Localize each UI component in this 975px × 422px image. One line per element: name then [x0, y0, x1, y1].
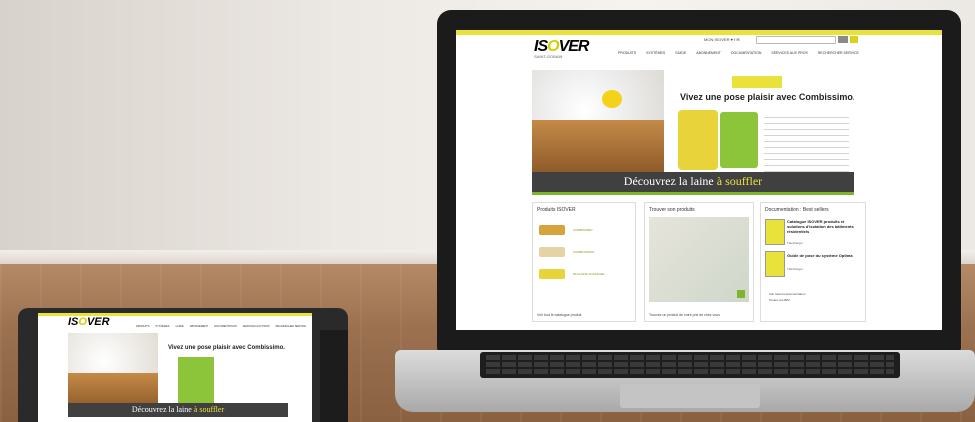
key-row	[486, 362, 894, 367]
key-row	[486, 355, 894, 360]
hero-carousel[interactable]: Vivez une pose plaisir avec Combissimo. …	[532, 70, 854, 195]
nav-item[interactable]: RECHERCHER SERVICE	[276, 325, 306, 328]
rubber-duck-image	[602, 90, 622, 108]
search-input[interactable]	[756, 36, 836, 44]
main-nav: PRODUITS SYSTÈMES GUIDE ABONNEMENT DOCUM…	[618, 51, 859, 55]
blowing-machine-image	[678, 110, 718, 170]
nav-item[interactable]: DOCUMENTATION	[731, 51, 761, 55]
carousel-progress	[532, 192, 854, 195]
products-panel: Produits ISOVER COMBISSIMO COMBLISSIMO B…	[532, 202, 636, 322]
map-zoom-button[interactable]	[737, 290, 745, 298]
combissimo-badge	[732, 76, 782, 88]
nav-item[interactable]: ABONNEMENT	[696, 51, 721, 55]
product-bag-image	[178, 357, 214, 403]
laptop-keyboard	[480, 352, 900, 378]
products-heading: Produits ISOVER	[537, 207, 576, 213]
nav-item[interactable]: SYSTÈMES	[155, 325, 169, 328]
wood-beam-image	[532, 120, 664, 172]
hero-banner-text[interactable]: Découvrez la laine à souffler	[532, 174, 854, 189]
guide-thumb[interactable]	[765, 251, 785, 277]
hero-benefits-list	[764, 112, 849, 172]
find-link[interactable]: Trouvez un produit de votre prix de chez…	[649, 313, 720, 317]
tablet-hero-title: Vivez une pose plaisir avec Combissimo.	[168, 345, 285, 351]
logo-tagline: SAINT-GOBAIN	[534, 54, 563, 59]
nav-item[interactable]: SERVICES AUX PROS	[771, 51, 808, 55]
key-row	[486, 369, 894, 374]
nav-item[interactable]: PRODUITS	[136, 325, 149, 328]
product-thumb[interactable]	[539, 247, 565, 257]
laptop-screen: ISOVER SAINT-GOBAIN MON ISOVER ♥ f ✉ PRO…	[456, 30, 942, 330]
search-button[interactable]	[838, 36, 848, 43]
product-link[interactable]: COMBISSIMO	[573, 228, 593, 232]
nav-item[interactable]: GUIDE	[675, 51, 686, 55]
product-bag-image	[720, 112, 758, 168]
product-thumb[interactable]	[539, 225, 565, 235]
tablet-stand	[320, 330, 348, 422]
nav-item[interactable]: SERVICES AUX PROS	[243, 325, 270, 328]
tablet-nav: PRODUITS SYSTÈMES GUIDE ABONNEMENT DOCUM…	[136, 325, 306, 328]
tablet-isover-logo[interactable]: ISOVER	[68, 316, 110, 328]
documentation-heading: Documentation : Best sellers	[765, 207, 829, 213]
nav-item[interactable]: DOCUMENTATION	[214, 325, 237, 328]
download-link[interactable]: Télécharger	[787, 241, 803, 245]
catalogue-link[interactable]: Voir tout le catalogue produit	[537, 313, 581, 317]
trackpad	[620, 384, 760, 408]
utility-links[interactable]: MON ISOVER ♥ f ✉	[704, 37, 740, 42]
bim-link[interactable]: Toutes nos BIM	[769, 297, 805, 303]
product-link[interactable]: COMBLISSIMO	[573, 250, 594, 254]
documentation-panel: Documentation : Best sellers Catalogue I…	[760, 202, 866, 322]
product-link[interactable]: BLOLAINE SOUFFLEE	[573, 272, 604, 276]
tablet-banner-text[interactable]: Découvrez la laine à souffler	[68, 405, 288, 414]
doc-links: Voir toute la documentation Toutes nos B…	[769, 291, 805, 303]
nav-item[interactable]: SYSTÈMES	[646, 51, 665, 55]
doc-title[interactable]: Catalogue ISOVER produits et solutions d…	[787, 219, 859, 234]
doc-title[interactable]: Guide de pose du système Optima	[787, 253, 859, 258]
france-map[interactable]	[649, 217, 749, 302]
tablet-hero[interactable]: Vivez une pose plaisir avec Combissimo. …	[68, 333, 288, 418]
download-link[interactable]: Télécharger	[787, 267, 803, 271]
hero-title: Vivez une pose plaisir avec Combissimo.	[680, 92, 854, 102]
search-go-button[interactable]	[850, 36, 858, 43]
nav-item[interactable]: GUIDE	[176, 325, 184, 328]
find-product-panel: Trouver son produits Trouvez un produit …	[644, 202, 754, 322]
site-top-strip	[456, 30, 942, 35]
nav-item[interactable]: PRODUITS	[618, 51, 636, 55]
catalogue-thumb[interactable]	[765, 219, 785, 245]
nav-item[interactable]: ABONNEMENT	[190, 325, 208, 328]
product-thumb[interactable]	[539, 269, 565, 279]
find-heading: Trouver son produits	[649, 207, 695, 213]
tablet-screen: ISOVER PRODUITS SYSTÈMES GUIDE ABONNEMEN…	[38, 313, 312, 422]
nav-item[interactable]: RECHERCHER SERVICE	[818, 51, 859, 55]
